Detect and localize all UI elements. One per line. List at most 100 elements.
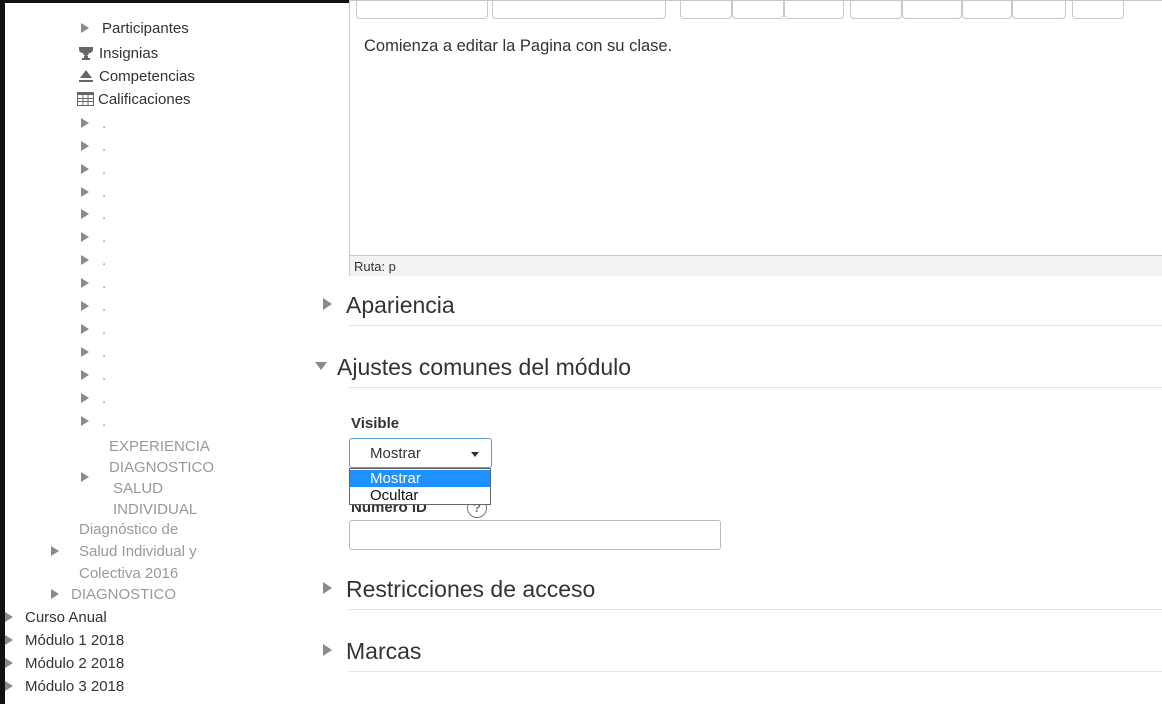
visible-label: Visible	[351, 415, 400, 432]
nav-participantes-label: Participantes	[102, 20, 189, 37]
divider	[349, 671, 1162, 672]
triangle-right-icon	[81, 141, 89, 151]
nav-competencias[interactable]: Competencias	[78, 67, 195, 85]
nav-dot-item[interactable]: .	[81, 138, 106, 155]
toolbar-button[interactable]	[902, 1, 962, 19]
nav-calificaciones-label: Calificaciones	[98, 91, 191, 108]
section-ajustes-comunes[interactable]: Ajustes comunes del módulo	[315, 354, 631, 381]
text-editor: Comienza a editar la Pagina con su clase…	[349, 0, 1162, 276]
nav-dot-label: .	[102, 298, 107, 315]
nav-diagnostico-line: Diagnóstico de	[79, 521, 179, 538]
section-apariencia-label: Apariencia	[346, 292, 455, 318]
triangle-right-icon	[81, 301, 89, 311]
nav-dot-item[interactable]: .	[81, 206, 106, 223]
nav-course-label: Módulo 1 2018	[25, 632, 125, 649]
nav-dot-item[interactable]: .	[81, 413, 106, 430]
nav-course-curso-anual[interactable]: Curso Anual	[5, 609, 107, 626]
nav-dot-item[interactable]: .	[81, 298, 106, 315]
nav-dot-item[interactable]: .	[81, 184, 106, 201]
nav-participantes[interactable]: Participantes	[81, 20, 189, 37]
nav-dot-item[interactable]: .	[81, 229, 106, 246]
nav-dot-item[interactable]: .	[81, 275, 106, 292]
triangle-right-icon	[81, 187, 89, 197]
nav-diagnostico[interactable]: DIAGNOSTICO	[51, 586, 176, 603]
section-marcas-label: Marcas	[346, 638, 422, 664]
nav-competencias-label: Competencias	[99, 68, 195, 85]
nav-dot-label: .	[102, 275, 107, 292]
triangle-right-icon	[81, 324, 89, 334]
triangle-right-icon	[81, 118, 89, 128]
triangle-right-icon	[81, 472, 89, 482]
triangle-right-icon	[81, 23, 89, 33]
nav-dot-item[interactable]: .	[81, 321, 106, 338]
toolbar-button[interactable]	[492, 1, 666, 19]
visible-option-mostrar[interactable]: Mostrar	[350, 470, 490, 487]
triangle-right-icon	[323, 581, 332, 594]
triangle-right-icon	[81, 209, 89, 219]
idnumber-input[interactable]	[349, 520, 721, 550]
competencies-icon	[79, 70, 93, 82]
nav-insignias[interactable]: Insignias	[77, 44, 158, 62]
toolbar-button[interactable]	[1072, 1, 1124, 19]
triangle-right-icon	[81, 370, 89, 380]
nav-dot-item[interactable]: .	[81, 115, 106, 132]
toolbar-button[interactable]	[1012, 1, 1066, 19]
triangle-right-icon	[81, 278, 89, 288]
toolbar-button[interactable]	[850, 1, 902, 19]
nav-diagnostico-line: Colectiva 2016	[79, 565, 179, 582]
nav-experiencia-line: SALUD	[113, 480, 164, 497]
triangle-right-icon	[323, 297, 332, 310]
nav-dot-label: .	[102, 413, 107, 430]
visible-select[interactable]: Mostrar	[349, 438, 492, 468]
nav-dot-label: .	[102, 344, 107, 361]
nav-course-modulo-1[interactable]: Módulo 1 2018	[5, 632, 124, 649]
nav-dot-item[interactable]: .	[81, 161, 106, 178]
trophy-icon	[79, 47, 93, 60]
nav-diagnostico-salud[interactable]: Diagnóstico de Salud Individual y Colect…	[79, 519, 197, 585]
nav-dot-label: .	[102, 138, 107, 155]
nav-dot-label: .	[102, 206, 107, 223]
triangle-right-icon	[5, 612, 13, 622]
nav-dot-item[interactable]: .	[81, 344, 106, 361]
nav-experiencia-diagnostico[interactable]: EXPERIENCIA DIAGNOSTICO SALUD INDIVIDUAL	[109, 436, 214, 520]
main-content: Comienza a editar la Pagina con su clase…	[305, 0, 1162, 704]
toolbar-button[interactable]	[784, 1, 844, 19]
toolbar-button[interactable]	[356, 1, 488, 19]
nav-calificaciones[interactable]: Calificaciones	[77, 90, 191, 108]
nav-dot-item[interactable]: .	[81, 367, 106, 384]
toolbar-button[interactable]	[680, 1, 732, 19]
nav-experiencia-line: INDIVIDUAL	[113, 501, 198, 518]
nav-dot-label: .	[102, 161, 107, 178]
section-marcas[interactable]: Marcas	[323, 638, 421, 665]
triangle-right-icon	[81, 232, 89, 242]
section-restricciones[interactable]: Restricciones de acceso	[323, 576, 595, 603]
nav-dot-label: .	[102, 115, 107, 132]
visible-option-ocultar[interactable]: Ocultar	[350, 487, 490, 504]
grades-table-icon	[77, 92, 94, 106]
nav-dot-label: .	[102, 229, 107, 246]
nav-experiencia-line: DIAGNOSTICO	[109, 459, 215, 476]
nav-dot-item[interactable]: .	[81, 390, 106, 407]
section-restricciones-label: Restricciones de acceso	[346, 576, 596, 602]
nav-course-label: Módulo 3 2018	[25, 678, 125, 695]
nav-dot-item[interactable]: .	[81, 252, 106, 269]
triangle-right-icon	[51, 589, 59, 599]
nav-dot-label: .	[102, 252, 107, 269]
toolbar-button[interactable]	[732, 1, 784, 19]
triangle-right-icon	[81, 255, 89, 265]
chevron-down-icon	[471, 452, 479, 457]
triangle-right-icon	[81, 164, 89, 174]
section-apariencia[interactable]: Apariencia	[323, 292, 455, 319]
triangle-right-icon	[51, 546, 59, 556]
divider	[349, 387, 1162, 388]
nav-course-label: Curso Anual	[25, 609, 107, 626]
triangle-right-icon	[5, 658, 13, 668]
nav-dot-label: .	[102, 321, 107, 338]
toolbar-button[interactable]	[962, 1, 1012, 19]
nav-course-modulo-3[interactable]: Módulo 3 2018	[5, 678, 124, 695]
editor-content[interactable]: Comienza a editar la Pagina con su clase…	[364, 37, 672, 56]
nav-course-label: Módulo 2 2018	[25, 655, 125, 672]
nav-course-modulo-2[interactable]: Módulo 2 2018	[5, 655, 124, 672]
section-ajustes-label: Ajustes comunes del módulo	[337, 354, 632, 380]
editor-path-label: Ruta: p	[354, 259, 396, 274]
